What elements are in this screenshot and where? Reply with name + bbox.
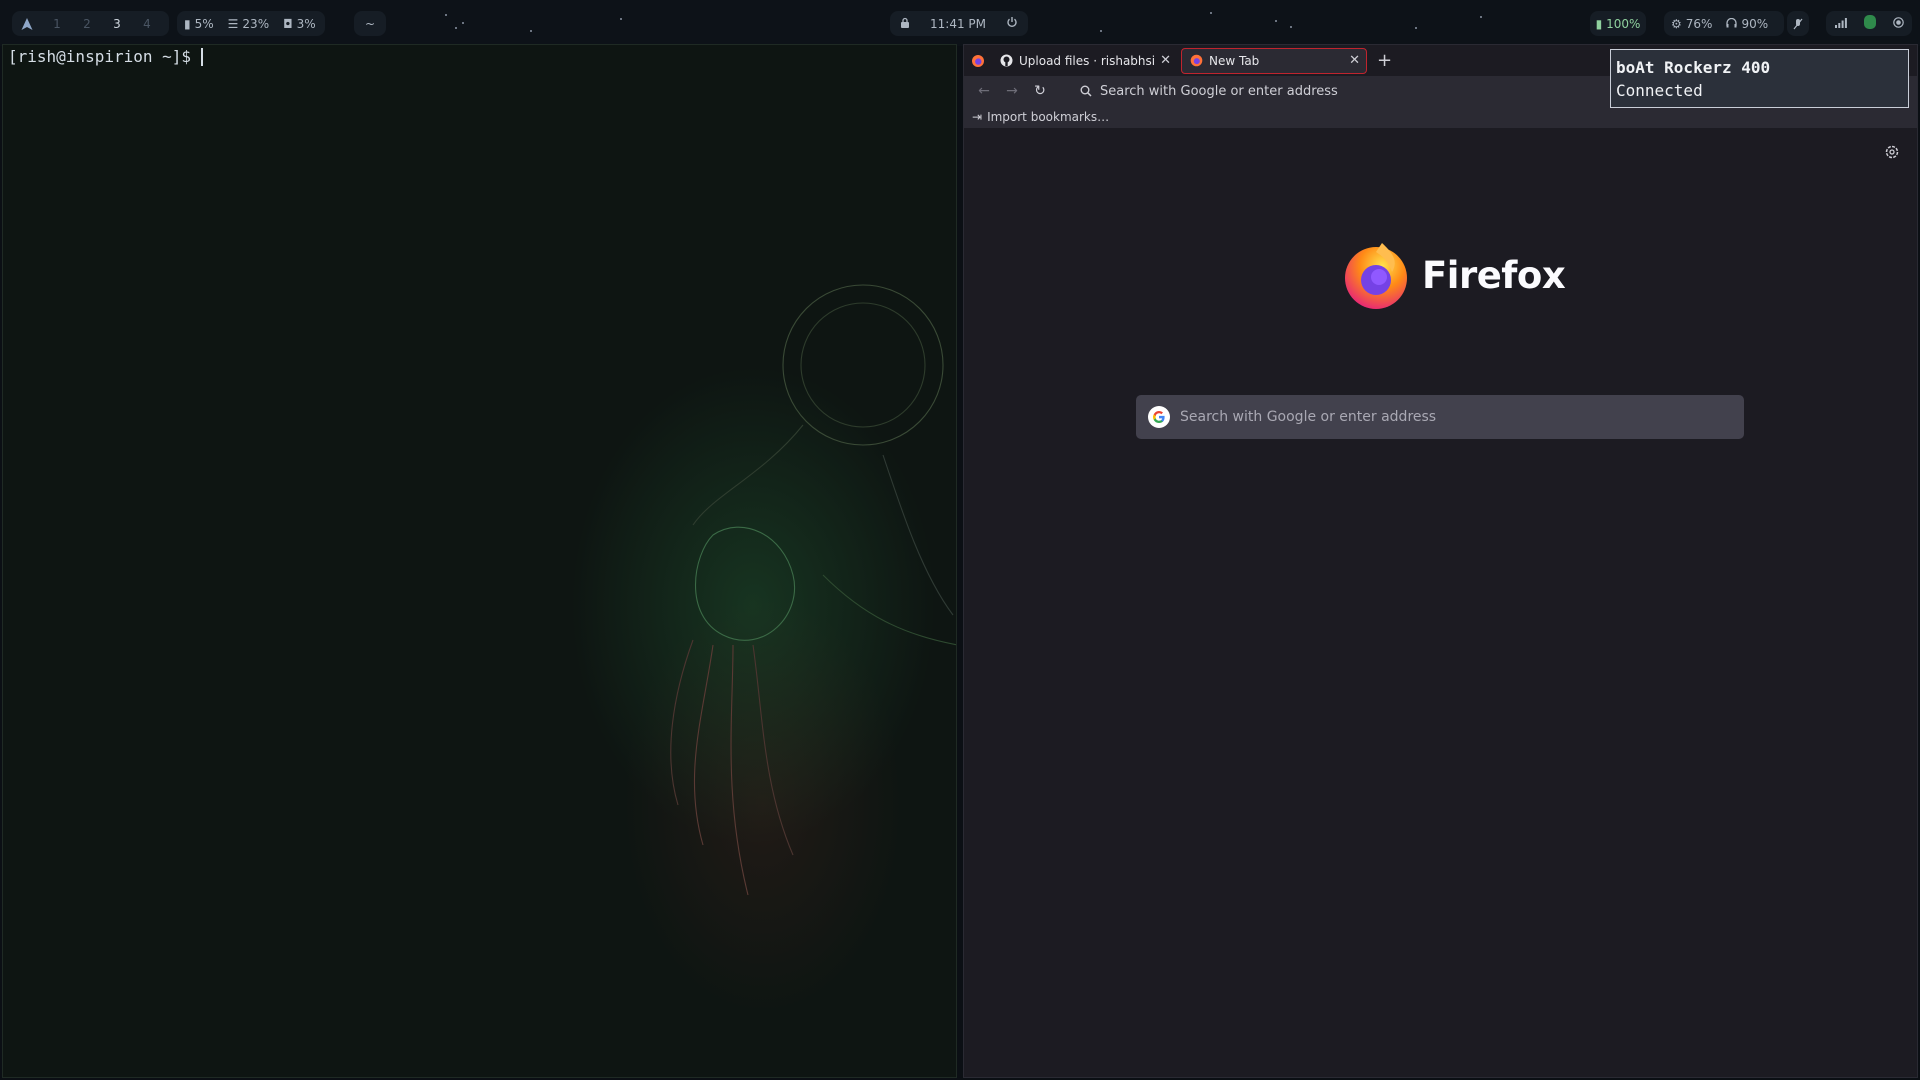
back-arrow-icon[interactable]: ← [970, 83, 998, 99]
star-dot [1290, 26, 1292, 28]
star-dot [530, 30, 532, 32]
bookmarks-toolbar: ⇥ Import bookmarks… [964, 106, 1917, 128]
memory-usage[interactable]: ☰ 23% [221, 17, 276, 31]
tab-title: New Tab [1209, 53, 1260, 68]
power-icon[interactable] [1006, 16, 1018, 31]
reload-icon[interactable]: ↻ [1026, 83, 1054, 99]
new-tab-search-box[interactable]: Search with Google or enter address [1136, 395, 1744, 439]
new-tab-plus-icon[interactable]: + [1377, 50, 1392, 71]
star-dot [1275, 20, 1277, 22]
cpu-value: 5% [194, 16, 214, 31]
forward-arrow-icon[interactable]: → [998, 83, 1026, 99]
system-tray [1826, 11, 1912, 36]
close-tab-icon[interactable]: ✕ [1160, 53, 1171, 68]
cpu-icon: ▮ [184, 16, 191, 31]
firefox-wordmark: Firefox [1422, 253, 1566, 297]
headphones-icon [1726, 17, 1738, 31]
prompt-text: [rish@inspirion ~]$ [8, 47, 192, 66]
star-dot [462, 22, 464, 24]
import-bookmarks-link[interactable]: Import bookmarks… [987, 110, 1109, 124]
system-stats: ▮ 5% ☰ 23% ◘ 3% [177, 11, 325, 36]
memory-icon: ☰ [227, 16, 239, 31]
brightness-icon: ⚙ [1671, 16, 1682, 31]
headset-widget[interactable]: 90% [1719, 17, 1775, 31]
brightness-widget[interactable]: ⚙ 76% [1664, 17, 1719, 31]
record-icon[interactable] [1892, 16, 1904, 31]
memory-value: 23% [242, 16, 270, 31]
new-tab-page: Firefox Search with Google or enter addr… [964, 128, 1917, 1077]
workspace-4[interactable]: 4 [132, 17, 162, 31]
firefox-brand: Firefox [1342, 240, 1566, 310]
disk-usage[interactable]: ◘ 3% [276, 17, 323, 31]
search-placeholder: Search with Google or enter address [1180, 409, 1437, 425]
star-dot [445, 14, 447, 16]
battery-widget[interactable]: ▮ 100% [1590, 11, 1646, 36]
firefox-window: Upload files · rishabhsingh ✕ New Tab ✕ … [963, 44, 1918, 1078]
astronaut-wallpaper-art [670, 284, 956, 896]
top-status-bar: 1 2 3 4 ▮ 5% ☰ 23% ◘ 3% ~ 11:41 PM ▮ 100… [0, 0, 1920, 46]
url-placeholder: Search with Google or enter address [1100, 83, 1338, 99]
current-directory[interactable]: ~ [354, 11, 386, 36]
notification-title: boAt Rockerz 400 [1616, 58, 1771, 77]
workspace-switcher: 1 2 3 4 [12, 11, 169, 36]
star-dot [1415, 27, 1417, 29]
directory-label: ~ [364, 16, 376, 31]
search-icon [1080, 85, 1092, 97]
star-dot [455, 27, 457, 29]
battery-value: 100% [1606, 16, 1641, 31]
workspace-2[interactable]: 2 [72, 17, 102, 31]
notification-body: Connected [1616, 81, 1703, 100]
cpu-usage[interactable]: ▮ 5% [177, 17, 221, 31]
battery-icon: ▮ [1595, 16, 1603, 31]
tab-title: Upload files · rishabhsingh [1019, 53, 1155, 68]
network-signal-icon[interactable] [1834, 17, 1847, 31]
headset-value: 90% [1741, 16, 1769, 31]
tray-app-icon[interactable] [1863, 15, 1876, 32]
bluetooth-notification[interactable]: boAt Rockerz 400 Connected [1610, 49, 1909, 108]
tab-new-tab[interactable]: New Tab ✕ [1181, 47, 1367, 74]
mic-muted-icon[interactable] [1787, 11, 1809, 36]
settings-gear-icon[interactable] [1883, 143, 1901, 161]
firefox-tab-icon [1190, 54, 1203, 67]
workspace-1[interactable]: 1 [42, 17, 72, 31]
text-cursor [201, 47, 204, 66]
arch-logo-icon[interactable] [12, 17, 42, 31]
terminal-window[interactable]: [rish@inspirion ~]$ [2, 44, 957, 1078]
google-icon [1148, 406, 1170, 428]
star-dot [1100, 30, 1102, 32]
lock-icon[interactable] [900, 17, 910, 31]
star-dot [1210, 12, 1212, 14]
star-dot [620, 18, 622, 20]
close-tab-icon[interactable]: ✕ [1349, 53, 1360, 68]
disk-icon: ◘ [283, 16, 293, 31]
terminal-prompt[interactable]: [rish@inspirion ~]$ [8, 47, 204, 66]
clock-widget: 11:41 PM [890, 11, 1028, 36]
disk-value: 3% [296, 16, 316, 31]
star-dot [1480, 16, 1482, 18]
brightness-value: 76% [1685, 16, 1713, 31]
firefox-view-icon[interactable] [964, 45, 992, 76]
firefox-logo-icon [1345, 243, 1407, 309]
tab-upload-files[interactable]: Upload files · rishabhsingh ✕ [992, 48, 1177, 74]
github-icon [1000, 54, 1013, 67]
media-widgets: ⚙ 76% 90% [1664, 11, 1784, 36]
clock-time: 11:41 PM [930, 16, 986, 31]
workspace-3[interactable]: 3 [102, 17, 132, 31]
import-icon: ⇥ [972, 110, 983, 124]
